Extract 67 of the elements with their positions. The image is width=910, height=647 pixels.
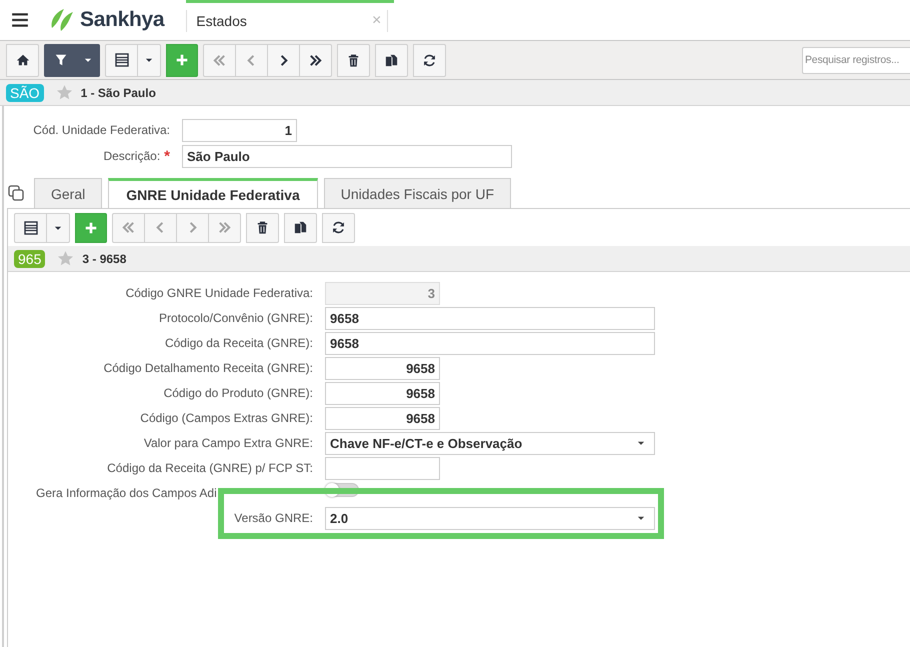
tab[interactable]: GNRE Unidade Federativa xyxy=(108,178,318,209)
number-field[interactable] xyxy=(325,456,440,480)
next-record-button[interactable] xyxy=(267,44,300,76)
table-icon xyxy=(22,220,38,236)
field-label: Código do Produto (GNRE): xyxy=(164,386,313,400)
refresh-button[interactable] xyxy=(322,212,355,242)
required-mark: * xyxy=(164,148,170,164)
double-chevron-right-icon xyxy=(308,52,323,68)
select-field[interactable]: Chave NF-e/CT-e e Observação xyxy=(325,432,655,454)
documents-icon xyxy=(384,52,399,68)
field-label: Gera Informação dos Campos Adi xyxy=(35,486,218,500)
text-field[interactable]: 9658 xyxy=(325,306,655,330)
field-label: Código da Receita (GNRE): xyxy=(164,336,313,350)
refresh-button[interactable] xyxy=(413,44,446,76)
search-field[interactable]: Pesquisar registros... xyxy=(802,46,910,74)
app-name: Sankhya xyxy=(80,8,164,32)
field-label: Protocolo/Convênio (GNRE): xyxy=(158,311,313,325)
delete-button[interactable] xyxy=(337,44,370,76)
tab[interactable]: Unidades Fiscais por UF xyxy=(324,178,512,208)
last-record-button[interactable] xyxy=(299,44,332,76)
record-badge: SÃO xyxy=(6,84,44,102)
home-button[interactable] xyxy=(6,44,39,76)
star-icon[interactable] xyxy=(56,84,73,101)
field-label: Código da Receita (GNRE) p/ FCP ST: xyxy=(107,461,313,475)
home-icon xyxy=(16,53,30,67)
double-chevron-left-icon xyxy=(121,220,136,235)
number-field[interactable]: 9658 xyxy=(325,382,440,404)
text-field[interactable]: São Paulo xyxy=(182,144,512,168)
field-label: Código GNRE Unidade Federativa: xyxy=(126,286,313,300)
field-label: Descrição: xyxy=(103,149,160,163)
refresh-icon xyxy=(422,52,437,68)
add-button[interactable] xyxy=(75,212,107,242)
double-chevron-right-icon xyxy=(217,220,232,235)
plus-icon xyxy=(175,53,189,67)
table-icon xyxy=(114,52,130,68)
record-title: 1 - São Paulo xyxy=(80,86,156,100)
trash-icon xyxy=(255,220,270,235)
number-field[interactable]: 9658 xyxy=(325,356,440,380)
number-field[interactable]: 9658 xyxy=(325,406,440,430)
dropdown-button[interactable] xyxy=(76,44,100,76)
filter-button[interactable] xyxy=(44,44,77,76)
number-field[interactable]: 1 xyxy=(182,118,297,142)
select-field[interactable]: 2.0 xyxy=(325,506,655,530)
delete-button[interactable] xyxy=(246,212,279,242)
text-field[interactable]: 9658 xyxy=(325,332,655,354)
record-badge: 965 xyxy=(14,250,46,268)
plus-icon xyxy=(84,220,98,234)
field-label: Valor para Campo Extra GNRE: xyxy=(144,436,313,450)
grid-view-button[interactable] xyxy=(105,44,138,76)
copy-icon[interactable] xyxy=(8,185,24,201)
record-title: 3 - 9658 xyxy=(82,252,126,266)
field-label: Código Detalhamento Receita (GNRE): xyxy=(104,361,313,375)
grid-view-button[interactable] xyxy=(14,212,47,242)
menu-icon[interactable] xyxy=(10,11,30,29)
double-chevron-left-icon xyxy=(212,52,227,68)
documents-icon xyxy=(293,220,308,235)
star-icon[interactable] xyxy=(57,250,74,267)
duplicate-button[interactable] xyxy=(284,212,317,242)
field-label: Versão GNRE: xyxy=(234,511,313,525)
field-label: Cód. Unidade Federativa: xyxy=(33,123,170,137)
filter-icon xyxy=(54,53,68,67)
field-label: Código (Campos Extras GNRE): xyxy=(140,411,313,425)
refresh-icon xyxy=(331,220,346,235)
trash-icon xyxy=(346,52,361,68)
tab[interactable]: Geral xyxy=(34,178,102,208)
duplicate-button[interactable] xyxy=(375,44,408,76)
add-button[interactable] xyxy=(166,44,198,76)
